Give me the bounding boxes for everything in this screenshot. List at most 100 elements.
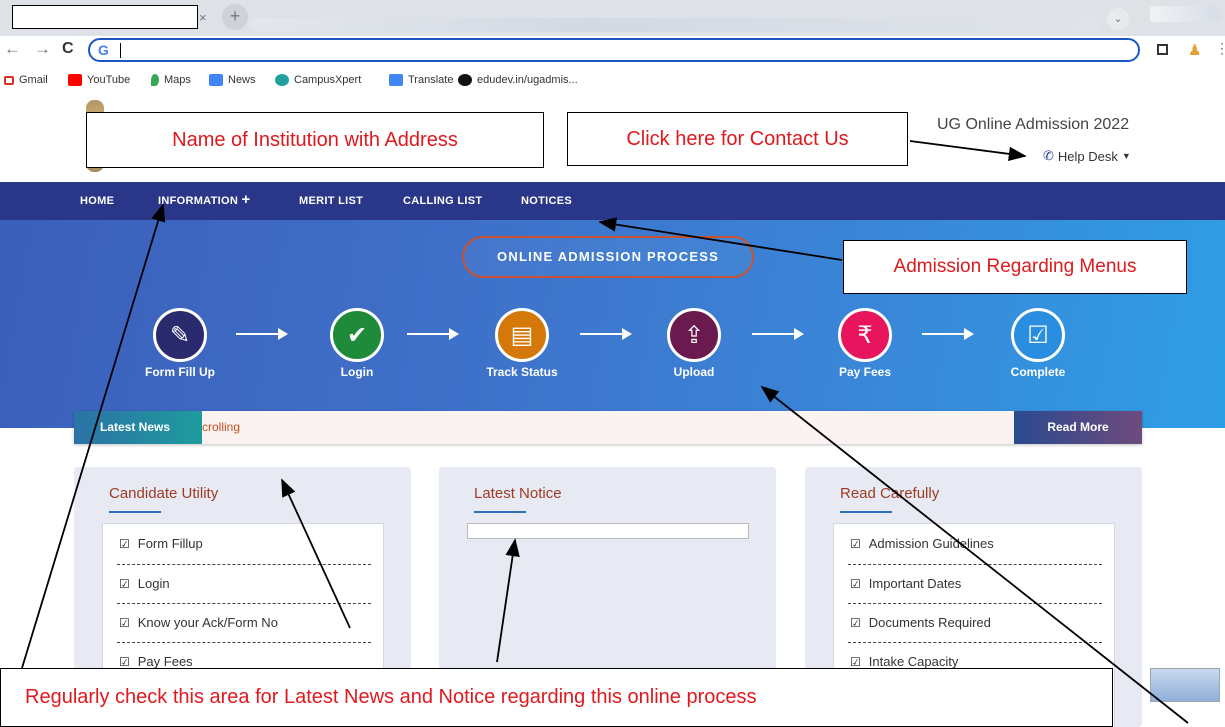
- admission-title: UG Online Admission 2022: [937, 116, 1130, 133]
- translate-icon: [389, 74, 403, 86]
- tab-search-icon[interactable]: ⌄: [1107, 8, 1129, 30]
- nav-calling-list[interactable]: CALLING LIST: [403, 195, 482, 207]
- step-label: Complete: [1010, 365, 1066, 379]
- read-more-button[interactable]: Read More: [1014, 411, 1142, 444]
- sidepanel-icon[interactable]: [1157, 44, 1168, 55]
- utility-login[interactable]: ☑ Login: [119, 576, 170, 591]
- checkbox-icon: ☑: [119, 615, 130, 630]
- form-icon: ✎: [153, 308, 207, 362]
- help-desk-dropdown[interactable]: ✆ Help Desk ▼: [1043, 148, 1131, 164]
- bookmark-gmail[interactable]: Gmail: [4, 74, 48, 86]
- checkbox-icon: ☑: [850, 536, 861, 551]
- new-tab-button[interactable]: +: [222, 4, 248, 30]
- nav-information-label: INFORMATION: [158, 195, 239, 207]
- menu-icon[interactable]: ⋮: [1215, 40, 1225, 57]
- tab-close-icon[interactable]: ×: [199, 10, 207, 25]
- divider: [117, 603, 371, 604]
- gmail-icon: [4, 75, 14, 85]
- divider: [848, 642, 1102, 643]
- step-upload[interactable]: ⇪ Upload: [629, 308, 759, 379]
- address-bar[interactable]: G: [88, 38, 1140, 62]
- step-arrow: [752, 328, 804, 340]
- help-desk-label: Help Desk: [1057, 148, 1118, 164]
- card-title: Read Carefully: [840, 485, 940, 502]
- google-icon: G: [98, 42, 109, 58]
- bookmarks-bar: Gmail YouTube Maps News CampusXpert Tran…: [0, 68, 1225, 92]
- nav-notices[interactable]: NOTICES: [521, 195, 572, 207]
- nav-information[interactable]: INFORMATION +: [158, 192, 251, 207]
- news-icon: [209, 74, 223, 86]
- checkbox-icon: ☑: [119, 654, 130, 669]
- reload-icon[interactable]: C: [62, 40, 74, 58]
- annotation-news-notice: Regularly check this area for Latest New…: [0, 668, 1113, 727]
- extension-icon[interactable]: ♟: [1188, 41, 1201, 59]
- link-important-dates[interactable]: ☑ Important Dates: [850, 576, 961, 591]
- upload-doc-icon: ⇪: [667, 308, 721, 362]
- utility-form-fillup[interactable]: ☑ Form Fillup: [119, 536, 203, 551]
- phone-icon: ✆: [1043, 148, 1054, 163]
- divider: [117, 642, 371, 643]
- card-title: Latest Notice: [474, 485, 562, 502]
- bookmark-campusxpert[interactable]: CampusXpert: [275, 74, 361, 86]
- maps-icon: [151, 74, 159, 86]
- forward-icon[interactable]: →: [34, 39, 51, 59]
- browser-toolbar: ← → C G ♟ ⋮: [0, 36, 1225, 64]
- checkbox-icon: ☑: [850, 576, 861, 591]
- process-title: ONLINE ADMISSION PROCESS: [462, 236, 754, 278]
- utility-pay-fees[interactable]: ☑ Pay Fees: [119, 654, 193, 669]
- card-title: Candidate Utility: [109, 485, 219, 502]
- thumbnail-preview: [1150, 668, 1220, 702]
- browser-tab[interactable]: [12, 5, 198, 29]
- step-label: Track Status: [486, 365, 558, 379]
- step-arrow: [580, 328, 632, 340]
- caret-down-icon: ▼: [1121, 151, 1131, 161]
- bookmark-edudev[interactable]: edudev.in/ugadmis...: [458, 74, 578, 86]
- divider: [848, 603, 1102, 604]
- title-underline: [840, 511, 892, 513]
- bookmark-maps[interactable]: Maps: [151, 74, 191, 86]
- step-complete[interactable]: ☑ Complete: [973, 308, 1103, 379]
- checkbox-icon: ☑: [850, 654, 861, 669]
- arrow-contact: [909, 140, 1027, 162]
- text-caret: [120, 43, 121, 58]
- link-intake-capacity[interactable]: ☑ Intake Capacity: [850, 654, 958, 669]
- divider: [848, 564, 1102, 565]
- window-controls[interactable]: [1150, 6, 1220, 22]
- back-icon[interactable]: ←: [4, 39, 21, 59]
- step-pay-fees[interactable]: ₹ Pay Fees: [800, 308, 930, 379]
- news-scroll-text[interactable]: crolling: [202, 411, 240, 444]
- edge-e-icon: [458, 74, 472, 86]
- step-arrow: [407, 328, 459, 340]
- annotation-institution: Name of Institution with Address: [86, 112, 544, 168]
- bookmark-news[interactable]: News: [209, 74, 256, 86]
- link-documents-required[interactable]: ☑ Documents Required: [850, 615, 991, 630]
- checkbox-icon: ☑: [119, 536, 130, 551]
- title-underline: [109, 511, 161, 513]
- bookmark-youtube[interactable]: YouTube: [68, 74, 130, 86]
- step-label: Login: [340, 365, 374, 379]
- step-track-status[interactable]: ▤ Track Status: [457, 308, 587, 379]
- title-underline: [474, 511, 526, 513]
- rupee-icon: ₹: [838, 308, 892, 362]
- utility-know-ack[interactable]: ☑ Know your Ack/Form No: [119, 615, 278, 630]
- step-arrow: [922, 328, 974, 340]
- nav-merit-list[interactable]: MERIT LIST: [299, 195, 363, 207]
- step-form-fill-up[interactable]: ✎ Form Fill Up: [115, 308, 245, 379]
- step-label: Form Fill Up: [145, 365, 215, 379]
- step-arrow: [236, 328, 288, 340]
- checkbox-icon: ☑: [119, 576, 130, 591]
- step-label: Upload: [673, 365, 715, 379]
- annotation-menus: Admission Regarding Menus: [843, 240, 1187, 294]
- link-admission-guidelines[interactable]: ☑ Admission Guidelines: [850, 536, 994, 551]
- annotation-contact: Click here for Contact Us: [567, 112, 908, 166]
- plus-icon: +: [241, 191, 251, 208]
- bookmark-translate[interactable]: Translate: [389, 74, 453, 86]
- nav-home[interactable]: HOME: [80, 195, 114, 207]
- checkbox-icon: ☑: [850, 615, 861, 630]
- main-navbar: HOME INFORMATION + MERIT LIST CALLING LI…: [0, 182, 1225, 220]
- youtube-icon: [68, 74, 82, 86]
- notice-area[interactable]: [467, 523, 749, 539]
- campusxpert-icon: [275, 74, 289, 86]
- user-check-icon: ✔: [330, 308, 384, 362]
- step-login[interactable]: ✔ Login: [292, 308, 422, 379]
